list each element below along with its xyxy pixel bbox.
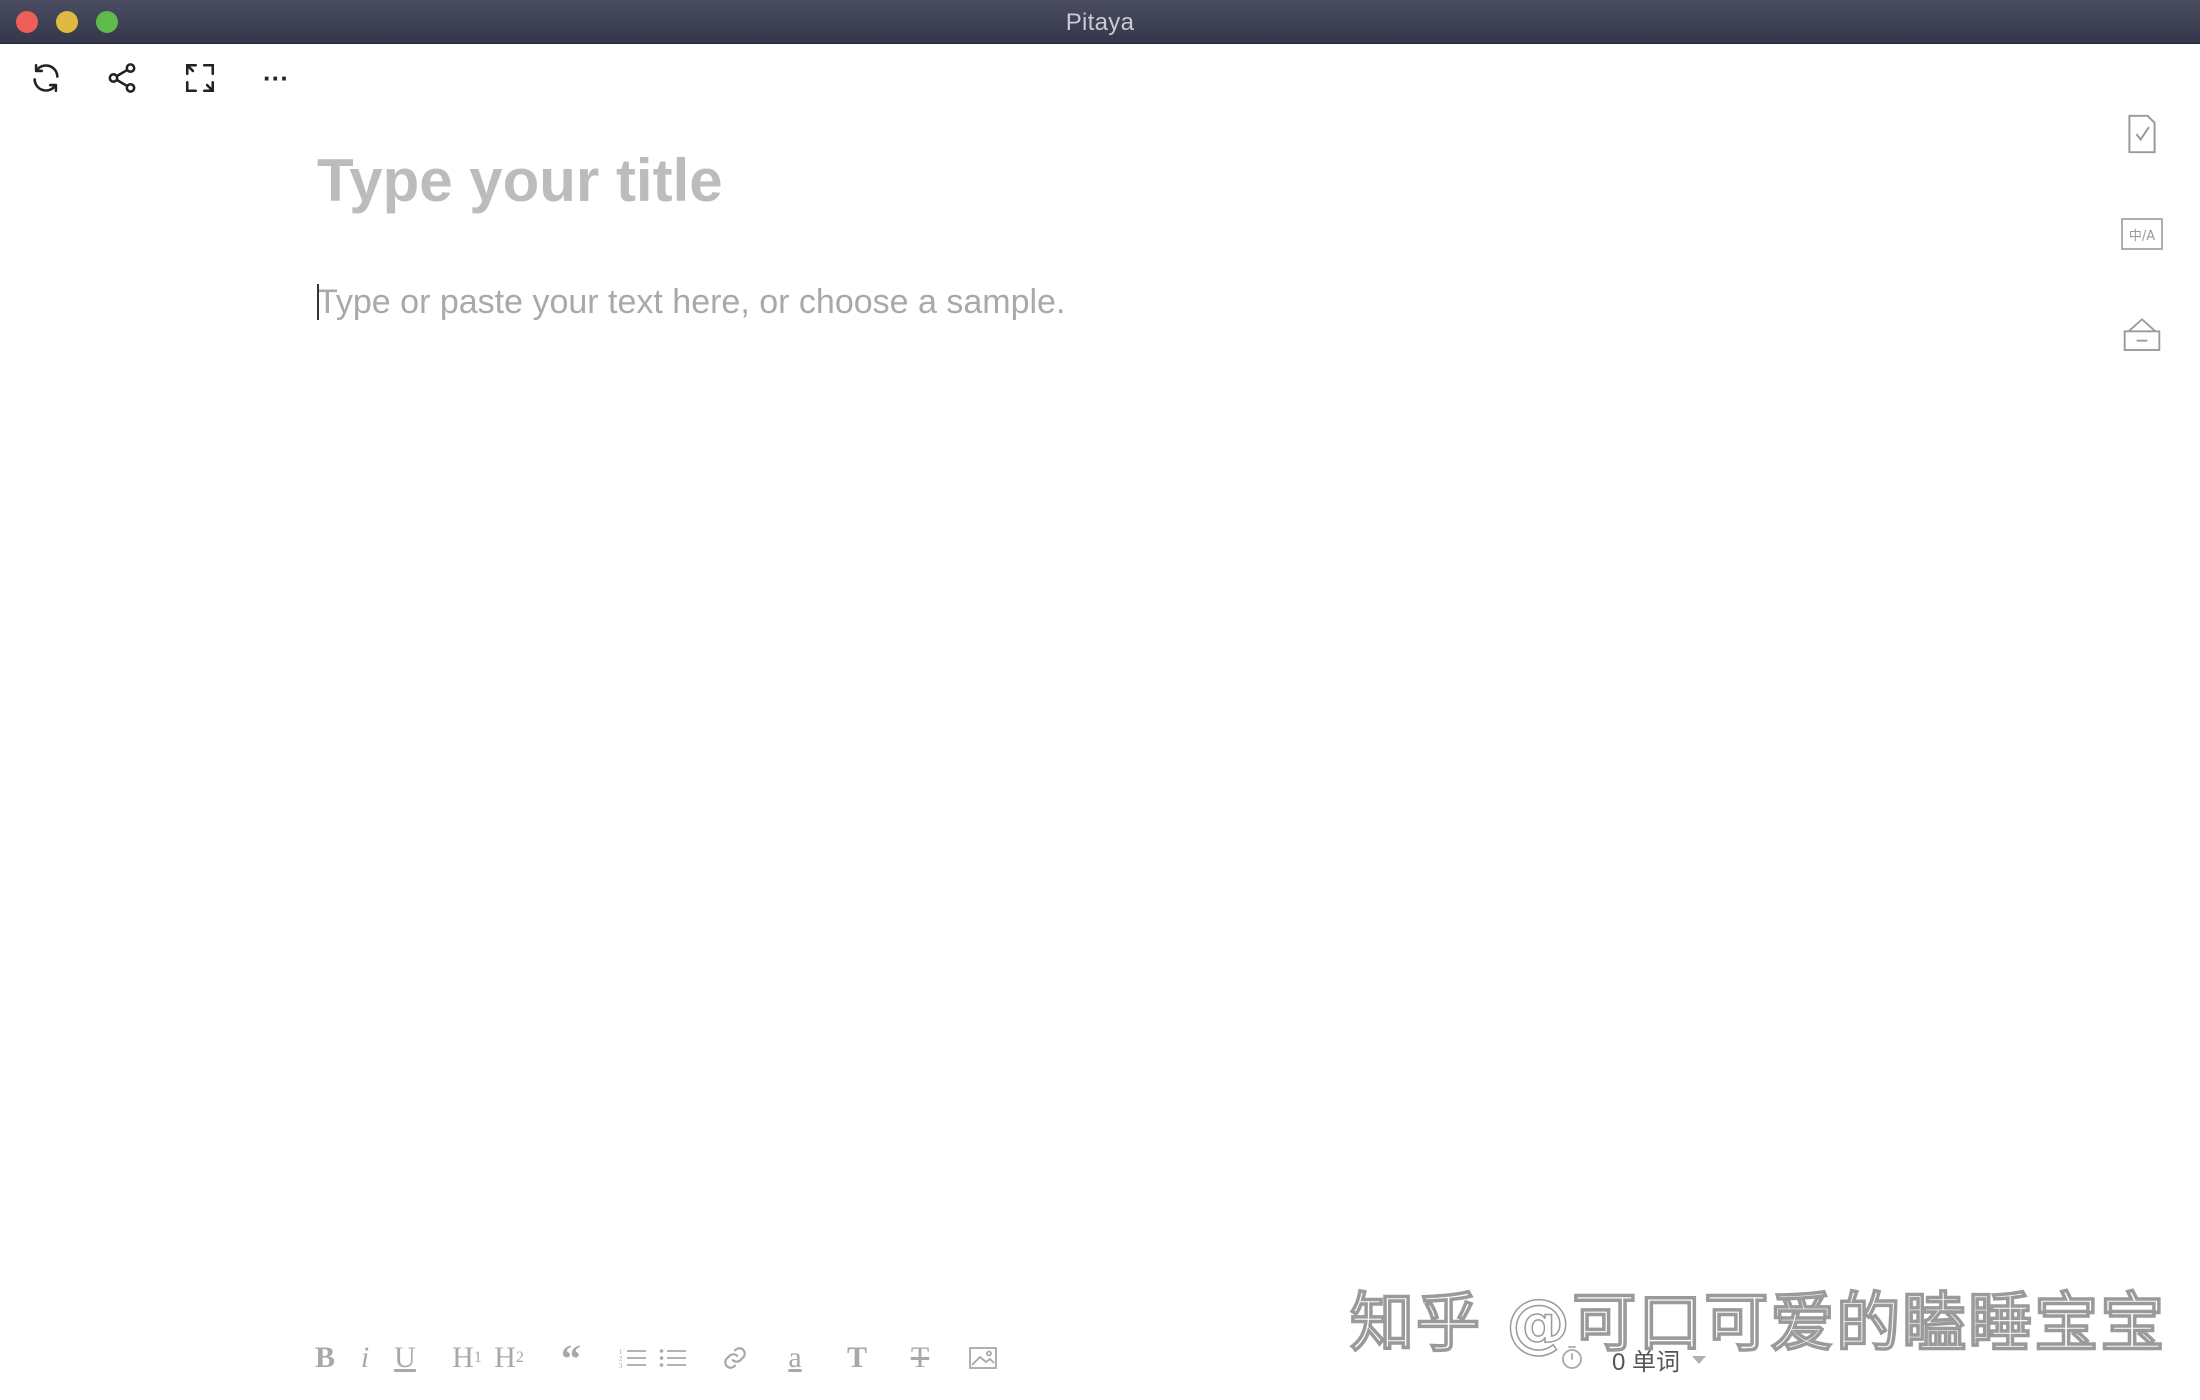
text-color-button[interactable]: a: [780, 1338, 810, 1378]
underline-button[interactable]: U: [390, 1338, 420, 1378]
archive-box-icon[interactable]: [2120, 312, 2164, 356]
translate-icon[interactable]: 中/A: [2120, 212, 2164, 256]
svg-text:3: 3: [619, 1362, 623, 1369]
title-input[interactable]: [317, 140, 2017, 220]
title-bar: Pitaya: [0, 0, 2200, 44]
heading-1-button[interactable]: H1: [448, 1338, 486, 1378]
document-check-icon[interactable]: [2120, 112, 2164, 156]
italic-button[interactable]: i: [352, 1338, 378, 1378]
svg-text:中/A: 中/A: [2129, 229, 2155, 244]
bold-button[interactable]: B: [310, 1338, 340, 1378]
text-cursor: [317, 284, 319, 320]
refresh-icon[interactable]: [26, 58, 66, 98]
app-window: Pitaya ··· 中/A: [0, 0, 2200, 1400]
text-size-button[interactable]: T: [842, 1338, 872, 1378]
heading-2-button[interactable]: H2: [490, 1338, 528, 1378]
clear-format-button[interactable]: T: [904, 1338, 936, 1378]
heading-2-label: H: [494, 1341, 516, 1374]
share-icon[interactable]: [102, 58, 142, 98]
ordered-list-icon[interactable]: 123: [616, 1338, 650, 1378]
more-icon[interactable]: ···: [256, 58, 296, 98]
watermark: 知乎 @可口可爱的瞌睡宝宝: [1349, 1286, 2167, 1362]
heading-2-subscript: 2: [515, 1349, 524, 1366]
image-icon[interactable]: [966, 1338, 1000, 1378]
link-icon[interactable]: [718, 1338, 752, 1378]
window-title: Pitaya: [1065, 9, 1135, 36]
quote-button[interactable]: “: [556, 1336, 586, 1381]
heading-1-subscript: 1: [473, 1349, 482, 1366]
bullet-list-icon[interactable]: [656, 1338, 690, 1378]
body-text-area[interactable]: [317, 278, 2017, 1278]
fullscreen-icon[interactable]: [180, 58, 220, 98]
heading-1-label: H: [452, 1341, 474, 1374]
